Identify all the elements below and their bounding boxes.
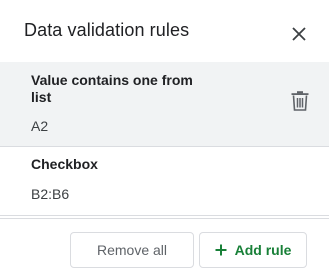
rule-range: B2:B6 <box>31 186 70 202</box>
panel-title: Data validation rules <box>24 20 190 40</box>
delete-rule-button[interactable] <box>289 90 311 112</box>
trash-icon <box>291 91 309 111</box>
panel-header: Data validation rules <box>0 0 335 62</box>
close-icon <box>292 27 306 41</box>
rule-item-checkbox[interactable]: Checkbox B2:B6 <box>0 147 329 216</box>
rules-list: Value contains one from list A2 Checkbox… <box>0 62 329 216</box>
add-rule-label: Add rule <box>234 242 292 258</box>
close-button[interactable] <box>287 22 311 46</box>
rule-title: Checkbox <box>31 156 98 172</box>
rule-item-value-contains[interactable]: Value contains one from list A2 <box>0 62 329 147</box>
remove-all-label: Remove all <box>96 242 168 258</box>
footer-divider <box>0 218 329 219</box>
remove-all-button[interactable]: Remove all <box>70 232 194 268</box>
scrollbar[interactable] <box>329 62 335 218</box>
rule-range: A2 <box>31 118 49 134</box>
plus-icon <box>215 244 227 256</box>
rule-title: Value contains one from list <box>31 72 193 105</box>
data-validation-panel: Data validation rules Value contains one… <box>0 0 335 280</box>
add-rule-button[interactable]: Add rule <box>199 232 307 268</box>
